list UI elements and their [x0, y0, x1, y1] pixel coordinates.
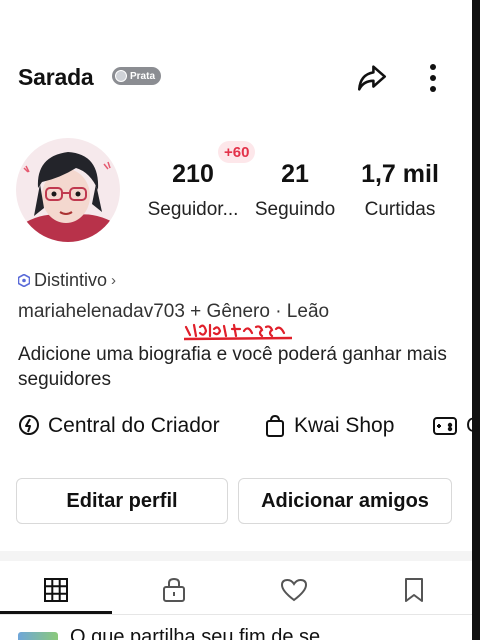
level-badge[interactable]: Prata: [112, 67, 162, 85]
likes-stat[interactable]: 1,7 mil Curtidas: [350, 160, 450, 221]
creator-center-label: Central do Criador: [48, 414, 220, 437]
share-button[interactable]: [352, 58, 392, 98]
section-divider: [0, 551, 472, 561]
grid-icon: [44, 578, 68, 602]
kwai-shop-shortcut[interactable]: Kwai Shop: [264, 414, 394, 438]
bio-placeholder[interactable]: Adicione uma biografia e você poderá gan…: [18, 342, 458, 392]
lock-icon: [163, 577, 185, 602]
edit-profile-button[interactable]: Editar perfil: [16, 478, 228, 524]
medal-icon: [115, 70, 127, 82]
tab-liked[interactable]: [238, 570, 350, 610]
tab-grid[interactable]: [0, 570, 112, 610]
add-friends-button[interactable]: Adicionar amigos: [238, 478, 452, 524]
screen-edge: [472, 0, 480, 640]
profile-details-line: mariahelenadav703 + Gênero · Leão: [18, 301, 330, 322]
red-stamp-overlay: [182, 321, 294, 341]
following-label: Seguindo: [254, 199, 336, 220]
feed-thumbnail[interactable]: [18, 632, 58, 640]
following-count: 21: [281, 160, 309, 188]
tab-saved[interactable]: [358, 570, 470, 610]
likes-label: Curtidas: [364, 199, 436, 220]
followers-label: Seguidor...: [147, 199, 239, 220]
kwai-shop-label: Kwai Shop: [294, 414, 395, 437]
more-options-button[interactable]: [418, 58, 448, 98]
creator-center-shortcut[interactable]: Central do Criador: [18, 414, 220, 438]
feed-item-title[interactable]: O que partilha seu fim de se: [70, 626, 320, 640]
more-vertical-icon: [430, 64, 436, 92]
distintivo-link[interactable]: Distintivo ›: [18, 270, 116, 291]
avatar-image: [16, 138, 120, 242]
tab-private[interactable]: [118, 570, 230, 610]
creator-bulb-icon: [19, 415, 39, 435]
share-arrow-icon: [357, 65, 387, 91]
level-badge-label: Prata: [130, 70, 156, 82]
avatar[interactable]: [16, 138, 120, 242]
tab-bar-divider: [0, 614, 472, 615]
gamepad-icon: [433, 417, 457, 435]
hexagon-badge-icon: [18, 274, 30, 287]
followers-stat[interactable]: 210 Seguidor...: [140, 160, 246, 221]
following-stat[interactable]: 21 Seguindo: [248, 160, 342, 221]
games-label: G: [466, 414, 480, 437]
heart-icon: [280, 578, 308, 602]
likes-count: 1,7 mil: [361, 160, 439, 188]
profile-name: Sarada: [18, 64, 94, 90]
shopping-bag-icon: [266, 414, 284, 437]
distintivo-label: Distintivo: [34, 270, 108, 290]
bookmark-icon: [405, 578, 423, 602]
followers-count: 210: [172, 160, 214, 188]
chevron-right-icon: ›: [111, 272, 117, 289]
games-shortcut[interactable]: G: [432, 414, 480, 438]
